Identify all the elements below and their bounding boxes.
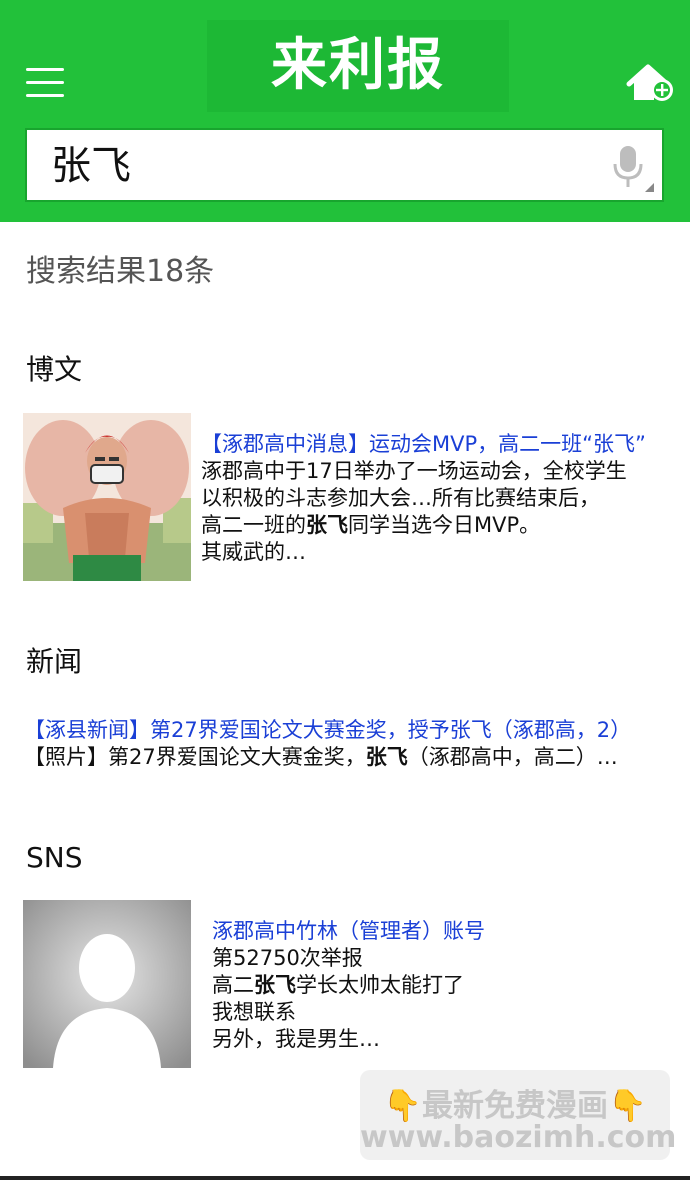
sns-snippet-text: 高二 — [212, 973, 254, 997]
blog-headline-link[interactable]: 【涿郡高中消息】运动会MVP，高二一班“张飞” — [201, 432, 646, 456]
blog-snippet-text: 同学当选今日MVP。 — [348, 513, 541, 537]
result-count: 搜索结果18条 — [26, 254, 215, 289]
blog-thumbnail[interactable] — [23, 413, 191, 581]
news-snippet-text: （涿郡高中，高二）… — [407, 745, 618, 769]
section-title-news: 新闻 — [26, 645, 83, 678]
blog-snippet-highlight: 张飞 — [306, 513, 348, 537]
blog-snippet-text: 高二一班的 — [201, 513, 306, 537]
blog-snippet-line: 以积极的斗志参加大会…所有比赛结束后， — [201, 486, 600, 510]
watermark-url: www.baozimh.com — [360, 1120, 677, 1155]
news-headline-link[interactable]: 【涿县新闻】第27界爱国论文大赛金奖，授予张飞（涿郡高，2） — [24, 718, 631, 742]
sns-snippet-line: 高二张飞学长太帅太能打了 — [212, 972, 464, 999]
news-snippet-highlight: 张飞 — [365, 745, 408, 769]
watermark-line1: 👇最新免费漫画👇 — [360, 1080, 670, 1125]
pointing-down-hand-icon: 👇 — [608, 1088, 647, 1124]
sns-snippet-line: 第52750次举报 — [212, 946, 363, 970]
sns-headline-link[interactable]: 涿郡高中竹林（管理者）账号 — [212, 919, 485, 943]
top-bar: 来利报 张飞 — [0, 0, 690, 222]
sns-item-headline[interactable]: 涿郡高中竹林（管理者）账号 — [212, 918, 485, 945]
sns-snippet-text: 学长太帅太能打了 — [296, 973, 464, 997]
blog-snippet-line: 其威武的… — [201, 540, 306, 564]
sns-snippet-line: 我想联系 — [212, 1000, 296, 1024]
corner-triangle — [645, 183, 654, 192]
search-box[interactable]: 张飞 — [25, 128, 664, 202]
app-title: 来利报 — [271, 33, 445, 98]
sns-avatar[interactable] — [23, 900, 191, 1068]
news-item[interactable]: 【照片】第27界爱国论文大赛金奖，张飞（涿郡高中，高二）… — [24, 744, 618, 771]
news-snippet-text: 【照片】第27界爱国论文大赛金奖， — [24, 745, 366, 769]
microphone-icon[interactable] — [611, 144, 645, 190]
home-add-icon[interactable] — [626, 62, 676, 104]
hamburger-menu-icon[interactable] — [26, 66, 66, 100]
section-title-blog: 博文 — [26, 353, 83, 386]
blog-item-headline[interactable]: 【涿郡高中消息】运动会MVP，高二一班“张飞” — [201, 431, 646, 458]
sns-snippet-highlight: 张飞 — [254, 973, 296, 997]
bottom-divider — [0, 1176, 690, 1180]
watermark: 👇最新免费漫画👇 www.baozimh.com — [360, 1070, 677, 1160]
news-item-link[interactable]: 【涿县新闻】第27界爱国论文大赛金奖，授予张飞（涿郡高，2） — [24, 717, 631, 744]
watermark-text: 最新免费漫画 — [422, 1088, 608, 1124]
section-title-sns: SNS — [26, 841, 83, 874]
sns-snippet-line: 另外，我是男生… — [212, 1027, 380, 1051]
blog-snippet-line: 高二一班的张飞同学当选今日MVP。 — [201, 512, 540, 539]
pointing-down-hand-icon: 👇 — [383, 1088, 422, 1124]
blog-snippet-line: 涿郡高中于17日举办了一场运动会，全校学生 — [201, 459, 627, 483]
search-input[interactable]: 张飞 — [51, 140, 131, 192]
